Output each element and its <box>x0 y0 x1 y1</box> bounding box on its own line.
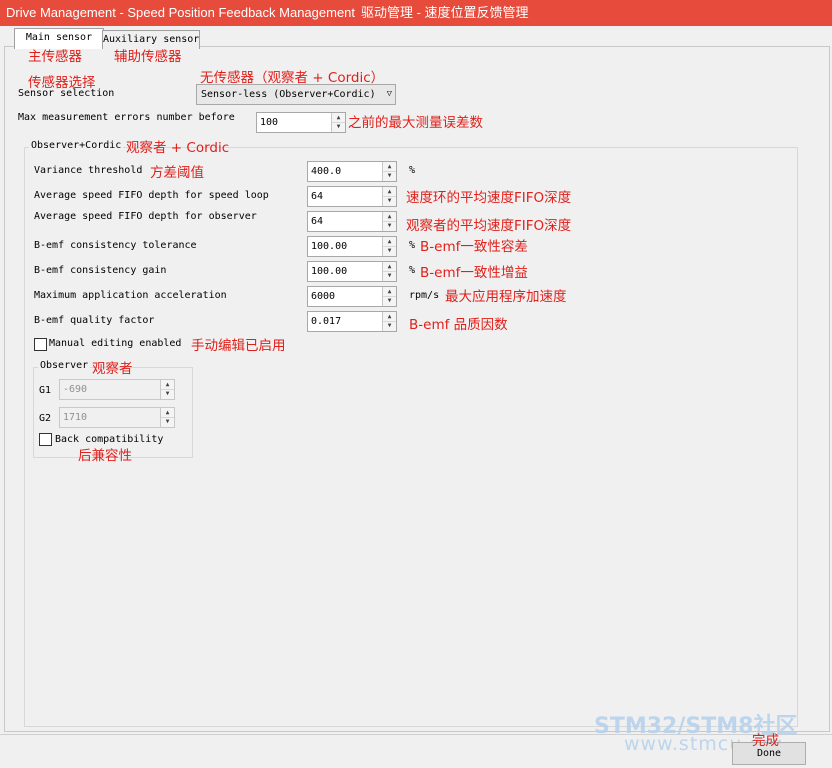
sensor-selected-annotation: 无传感器（观察者 + Cordic） <box>200 70 385 86</box>
bemf-quality-stepper[interactable]: 0.017 ▲ ▼ <box>307 311 397 332</box>
fifo-speed-loop-annotation: 速度环的平均速度FIFO深度 <box>406 190 572 206</box>
max-errors-value: 100 <box>260 117 279 128</box>
bemf-quality-value: 0.017 <box>311 316 342 327</box>
fifo-speed-loop-value: 64 <box>311 191 324 202</box>
stepper-down-icon[interactable]: ▼ <box>383 246 396 255</box>
bemf-quality-label: B-emf quality factor <box>34 315 155 326</box>
stepper-buttons: ▲ ▼ <box>382 312 396 331</box>
bemf-quality-annotation: B-emf 品质因数 <box>409 317 508 333</box>
stepper-buttons: ▲ ▼ <box>382 162 396 181</box>
bemf-tolerance-annotation: B-emf一致性容差 <box>420 239 528 255</box>
window-title: Drive Management - Speed Position Feedba… <box>6 5 356 20</box>
done-annotation: 完成 <box>752 733 779 749</box>
bemf-tolerance-unit: % <box>409 240 416 251</box>
sensor-selection-dropdown[interactable]: Sensor-less (Observer+Cordic) ▽ <box>196 84 396 105</box>
g2-stepper[interactable]: 1710 ▲ ▼ <box>59 407 175 428</box>
bemf-gain-stepper[interactable]: 100.00 ▲ ▼ <box>307 261 397 282</box>
stepper-buttons: ▲ ▼ <box>160 380 174 399</box>
stepper-down-icon[interactable]: ▼ <box>332 122 345 131</box>
fifo-observer-value: 64 <box>311 216 324 227</box>
observer-cordic-title: Observer+Cordic <box>29 140 124 151</box>
observer-title: Observer <box>38 360 91 371</box>
stepper-down-icon[interactable]: ▼ <box>383 296 396 305</box>
max-accel-annotation: 最大应用程序加速度 <box>445 289 567 305</box>
stepper-buttons: ▲ ▼ <box>382 187 396 206</box>
bemf-tolerance-value: 100.00 <box>311 241 348 252</box>
bemf-gain-unit: % <box>409 265 416 276</box>
max-errors-annotation: 之前的最大测量误差数 <box>348 115 483 131</box>
bemf-gain-value: 100.00 <box>311 266 348 277</box>
stepper-down-icon[interactable]: ▼ <box>383 321 396 330</box>
fifo-observer-stepper[interactable]: 64 ▲ ▼ <box>307 211 397 232</box>
stepper-buttons: ▲ ▼ <box>382 262 396 281</box>
observer-annotation: 观察者 <box>92 361 133 377</box>
window-title-cn: 驱动管理 - 速度位置反馈管理 <box>361 5 529 20</box>
stepper-buttons: ▲ ▼ <box>331 113 345 132</box>
title-bar: Drive Management - Speed Position Feedba… <box>0 0 832 26</box>
fifo-observer-annotation: 观察者的平均速度FIFO深度 <box>406 218 572 234</box>
tab-auxiliary-sensor-label: Auxiliary sensor <box>103 34 200 45</box>
g1-stepper[interactable]: -690 ▲ ▼ <box>59 379 175 400</box>
max-accel-stepper[interactable]: 6000 ▲ ▼ <box>307 286 397 307</box>
max-errors-label: Max measurement errors number before <box>18 112 235 123</box>
max-errors-stepper[interactable]: 100 ▲ ▼ <box>256 112 346 133</box>
sensor-selection-value: Sensor-less (Observer+Cordic) <box>201 89 376 100</box>
max-accel-label: Maximum application acceleration <box>34 290 227 301</box>
g1-value: -690 <box>63 384 88 395</box>
variance-threshold-stepper[interactable]: 400.0 ▲ ▼ <box>307 161 397 182</box>
stepper-buttons: ▲ ▼ <box>160 408 174 427</box>
tab-aux-annotation: 辅助传感器 <box>114 49 182 65</box>
manual-editing-label: Manual editing enabled <box>49 338 182 349</box>
variance-threshold-label: Variance threshold <box>34 165 143 176</box>
manual-editing-checkbox[interactable] <box>34 338 47 351</box>
stepper-down-icon[interactable]: ▼ <box>383 196 396 205</box>
done-button-label: Done <box>756 748 782 759</box>
stepper-down-icon[interactable]: ▼ <box>161 389 174 398</box>
stepper-buttons: ▲ ▼ <box>382 287 396 306</box>
fifo-speed-loop-label: Average speed FIFO depth for speed loop <box>34 190 269 201</box>
g2-label: G2 <box>39 413 52 424</box>
stepper-down-icon[interactable]: ▼ <box>383 221 396 230</box>
observer-cordic-annotation: 观察者 + Cordic <box>126 140 230 156</box>
tab-main-annotation: 主传感器 <box>28 49 82 65</box>
g1-label: G1 <box>39 385 52 396</box>
g2-value: 1710 <box>63 412 88 423</box>
max-accel-unit: rpm/s <box>409 290 440 301</box>
manual-editing-annotation: 手动编辑已启用 <box>191 338 286 354</box>
stepper-buttons: ▲ ▼ <box>382 237 396 256</box>
sensor-selection-label: Sensor selection <box>18 88 115 99</box>
stepper-down-icon[interactable]: ▼ <box>161 417 174 426</box>
variance-threshold-annotation: 方差阈值 <box>150 165 204 181</box>
chevron-down-icon: ▽ <box>386 89 392 99</box>
bemf-tolerance-label: B-emf consistency tolerance <box>34 240 197 251</box>
max-accel-value: 6000 <box>311 291 336 302</box>
back-compat-checkbox[interactable] <box>39 433 52 446</box>
variance-threshold-value: 400.0 <box>311 166 342 177</box>
fifo-observer-label: Average speed FIFO depth for observer <box>34 211 257 222</box>
bemf-tolerance-stepper[interactable]: 100.00 ▲ ▼ <box>307 236 397 257</box>
stepper-buttons: ▲ ▼ <box>382 212 396 231</box>
back-compat-annotation: 后兼容性 <box>78 448 132 464</box>
variance-threshold-unit: % <box>409 165 416 176</box>
bemf-gain-label: B-emf consistency gain <box>34 265 167 276</box>
stepper-down-icon[interactable]: ▼ <box>383 171 396 180</box>
bemf-gain-annotation: B-emf一致性增益 <box>420 265 528 281</box>
fifo-speed-loop-stepper[interactable]: 64 ▲ ▼ <box>307 186 397 207</box>
tab-main-sensor-label: Main sensor <box>25 32 93 43</box>
stepper-down-icon[interactable]: ▼ <box>383 271 396 280</box>
